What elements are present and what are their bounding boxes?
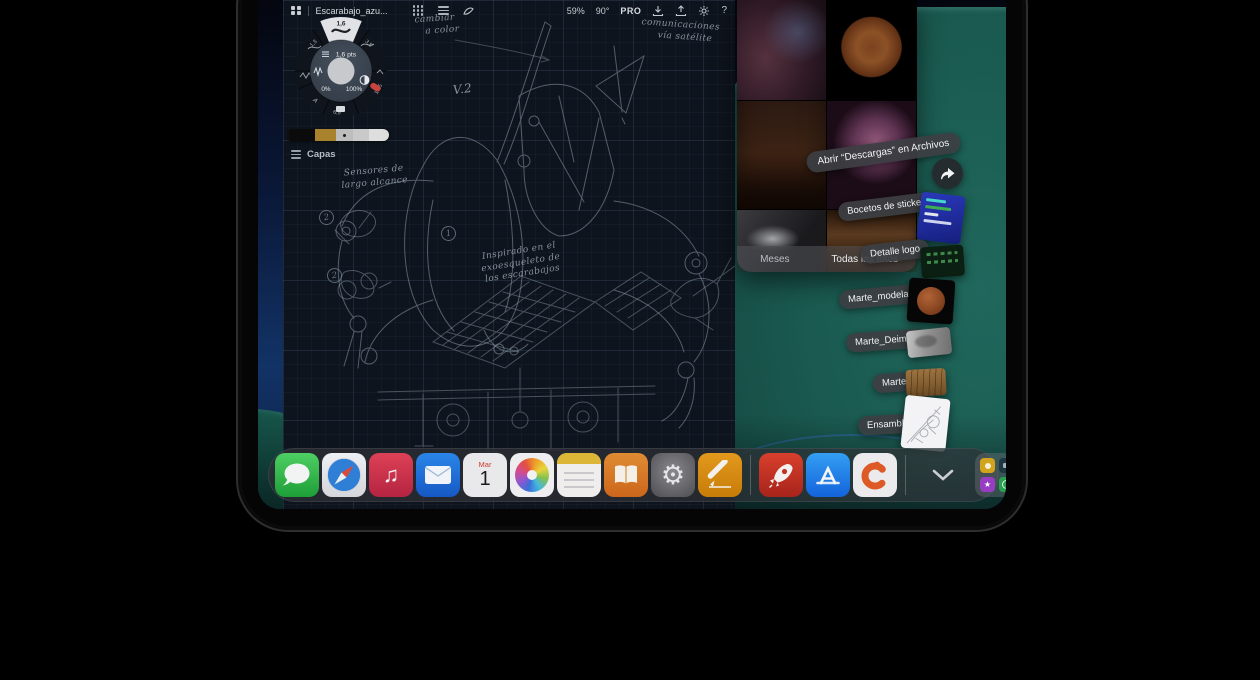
tool-wheel[interactable]: 1,6 1,3 3,5 14,5 6,9 A [285, 15, 397, 132]
workspace-grid-icon[interactable] [291, 6, 301, 16]
wheel-selected-size-label: 1,6 [336, 21, 345, 28]
app-color-c[interactable] [853, 453, 897, 497]
app-settings[interactable]: ⚙ [651, 453, 695, 497]
rocket-icon [766, 460, 796, 490]
app-books[interactable] [604, 453, 648, 497]
mail-envelope-icon [424, 465, 452, 485]
precision-grid-icon[interactable] [413, 5, 424, 16]
app-messages[interactable] [275, 453, 319, 497]
app-mail[interactable] [416, 453, 460, 497]
document-title[interactable]: Escarabajo_azu... [316, 6, 388, 16]
photo-grid [737, 0, 917, 272]
color-swatch-bar[interactable] [289, 129, 389, 141]
app-app-store[interactable] [806, 453, 850, 497]
app-photos[interactable] [510, 453, 554, 497]
stage: Escarabajo_azu... 59% 90° PRO [0, 0, 1260, 680]
app-library-mini-tips [980, 458, 995, 473]
app-calendar[interactable]: Mar 1 [463, 453, 507, 497]
swatch-white[interactable] [369, 129, 389, 141]
swatch-black[interactable] [289, 129, 315, 141]
swatch-gold[interactable] [315, 129, 336, 141]
chevron-down-icon [932, 469, 954, 481]
layers-icon[interactable] [438, 6, 449, 15]
export-icon[interactable] [675, 5, 687, 17]
pro-badge[interactable]: PRO [620, 6, 641, 16]
help-button[interactable]: ? [721, 5, 727, 16]
app-safari[interactable] [322, 453, 366, 497]
settings-gear-icon[interactable] [698, 5, 710, 17]
dock-divider [750, 455, 751, 495]
photos-app-window: Meses Todas las fotos [737, 0, 917, 272]
settings-gear-glyph: ⚙ [661, 462, 685, 489]
photo-mars-globe[interactable] [827, 0, 916, 100]
app-library-mini-star: ★ [980, 477, 995, 492]
layers-list-icon [291, 150, 301, 159]
ipad-screen: Escarabajo_azu... 59% 90° PRO [258, 0, 1006, 509]
safari-compass-icon [322, 453, 366, 497]
wheel-fill-tool-icon[interactable] [336, 106, 345, 112]
app-store-a-icon [812, 459, 844, 491]
calendar-month: Mar [479, 461, 492, 469]
app-library-mini-green [999, 477, 1006, 492]
drawing-app-window: Escarabajo_azu... 59% 90° PRO [283, 0, 735, 509]
books-open-book-icon [613, 464, 639, 486]
swatch-light-gray[interactable] [353, 129, 369, 141]
app-sketch-pen[interactable] [698, 453, 742, 497]
tab-meses[interactable]: Meses [737, 254, 813, 265]
import-icon[interactable] [652, 5, 664, 17]
photo-orion-nebula[interactable] [827, 101, 916, 209]
notes-yellow-bar [557, 453, 601, 464]
dock-chevron-button[interactable] [926, 453, 960, 497]
layers-panel-toggle[interactable]: Capas [291, 149, 336, 160]
tab-todas-las-fotos[interactable]: Todas las fotos [813, 254, 917, 265]
photo-mars-landscape[interactable] [737, 101, 826, 209]
photos-flower-icon [515, 458, 549, 492]
drawing-toolbar: Escarabajo_azu... 59% 90° PRO [283, 0, 735, 21]
photo-horsehead-nebula[interactable] [737, 0, 826, 100]
wheel-color-preview[interactable] [328, 58, 355, 85]
music-note-icon: ♫ [383, 464, 400, 486]
messages-bubble-icon [275, 453, 319, 497]
dock: ♫ Mar 1 ⚙ [268, 448, 998, 502]
opacity-max-label: 100% [346, 86, 363, 93]
selection-pen-icon[interactable] [462, 4, 475, 17]
app-library[interactable]: ★ [975, 453, 1006, 497]
layers-label: Capas [307, 149, 336, 160]
orange-c-swirl-icon [858, 458, 892, 492]
zoom-level[interactable]: 59% [567, 6, 585, 16]
pen-icon [705, 460, 735, 490]
app-music[interactable]: ♫ [369, 453, 413, 497]
rotation-value[interactable]: 90° [596, 6, 610, 16]
toolbar-divider [308, 6, 309, 16]
app-rocket[interactable] [759, 453, 803, 497]
app-notes[interactable] [557, 453, 601, 497]
brush-size-value: 1,6 pts [336, 52, 357, 59]
dock-divider-2 [905, 455, 906, 495]
annotation-version-note: V.2 [452, 81, 473, 99]
opacity-min-label: 0% [321, 86, 331, 93]
photos-tab-bar: Meses Todas las fotos [737, 246, 917, 272]
app-library-mini-camera [999, 458, 1006, 473]
swatch-gray-selected[interactable] [336, 129, 353, 141]
calendar-day: 1 [479, 469, 490, 489]
